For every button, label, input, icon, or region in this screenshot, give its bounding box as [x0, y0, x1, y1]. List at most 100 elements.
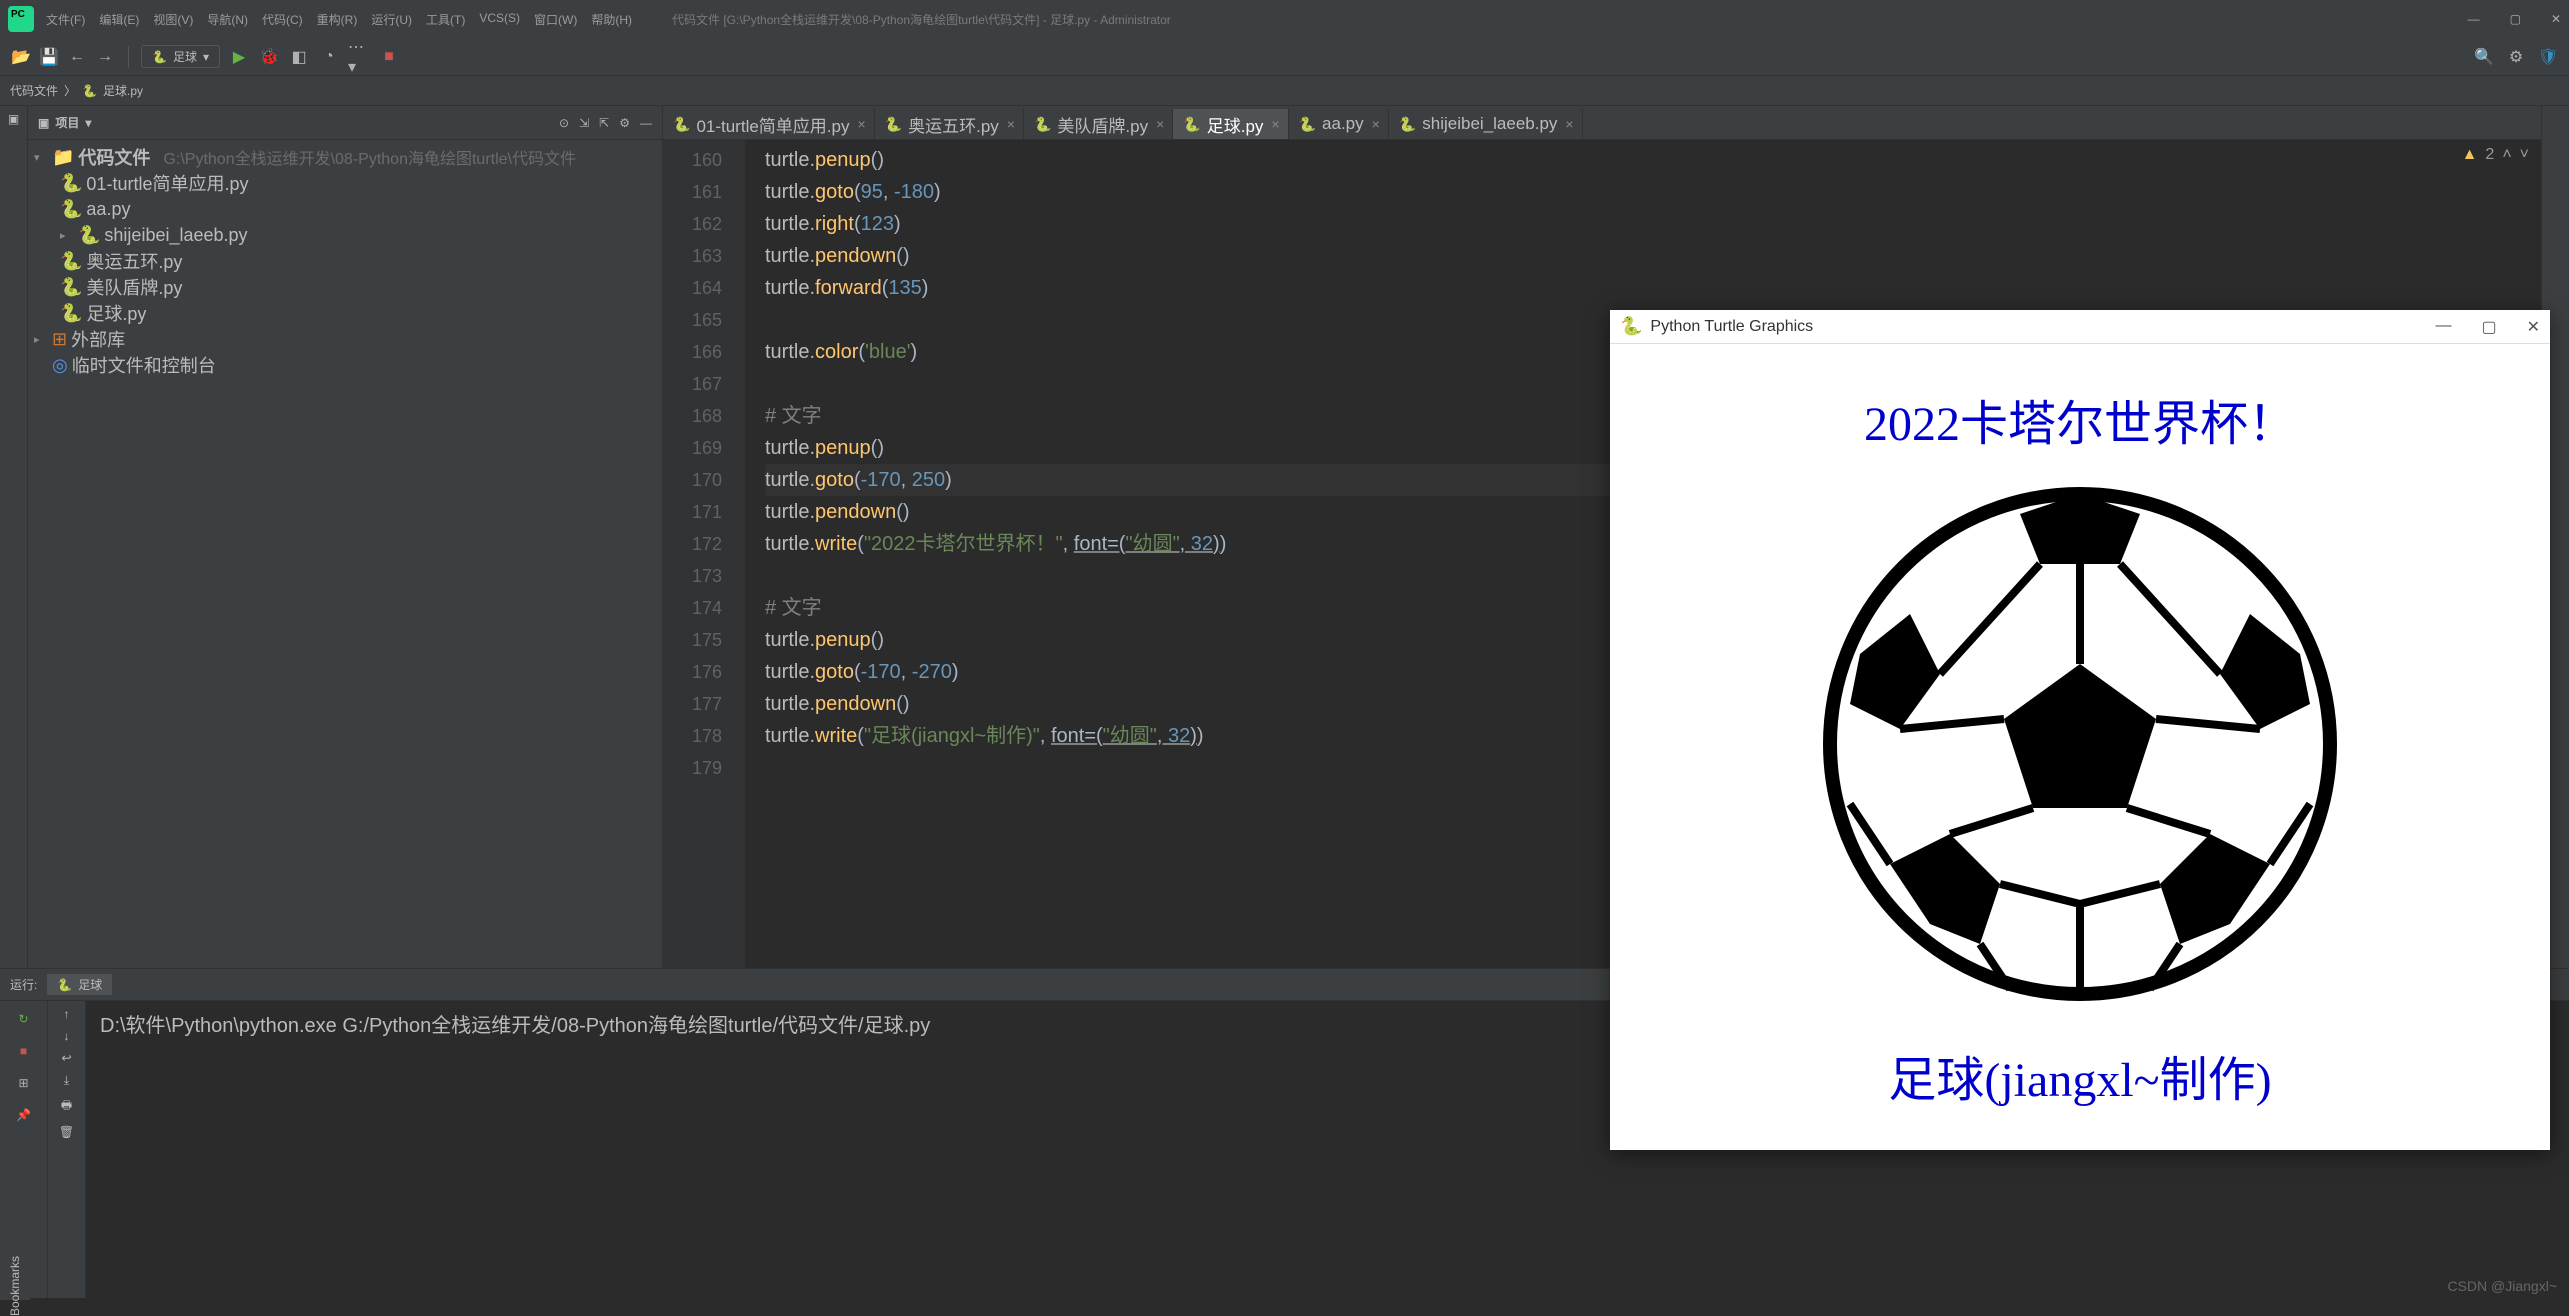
editor-tab[interactable]: 🐍 足球.py × — [1173, 109, 1288, 139]
rerun-icon[interactable]: ↻ — [12, 1007, 36, 1031]
breadcrumb-root[interactable]: 代码文件 — [10, 82, 58, 99]
print-icon[interactable]: 🖶 — [61, 1096, 72, 1117]
forward-icon[interactable]: → — [94, 46, 116, 68]
tree-file[interactable]: 🐍足球.py — [28, 300, 662, 326]
editor-tab[interactable]: 🐍 shijeibei_laeeb.py × — [1389, 109, 1583, 139]
breadcrumb-file[interactable]: 足球.py — [103, 82, 143, 99]
settings-icon[interactable]: ⚙ — [2505, 46, 2527, 68]
run-icon[interactable]: ▶ — [228, 46, 250, 68]
editor-tab[interactable]: 🐍 美队盾牌.py × — [1024, 109, 1173, 139]
open-icon[interactable]: 📂 — [10, 46, 32, 68]
tab-label: 01-turtle简单应用.py — [696, 112, 849, 137]
layout-icon[interactable]: ⊞ — [12, 1071, 36, 1095]
bookmarks-tab[interactable]: Bookmarks — [8, 1256, 22, 1316]
save-icon[interactable]: 💾 — [38, 46, 60, 68]
coverage-icon[interactable]: ◧ — [288, 46, 310, 68]
turtle-title: Python Turtle Graphics — [1650, 318, 1813, 336]
turtle-text-top: 2022卡塔尔世界杯！ — [1610, 384, 2550, 454]
warning-icon: ▲ — [2462, 146, 2478, 164]
footer-credit: CSDN @Jiangxl~ — [2447, 1278, 2557, 1294]
select-opened-icon[interactable]: ⊙ — [559, 116, 569, 130]
run-tab[interactable]: 🐍足球 — [47, 974, 112, 995]
python-file-icon: 🐍 — [673, 116, 690, 133]
chevron-up-icon[interactable]: ˄ — [2502, 146, 2511, 164]
turtle-canvas: 2022卡塔尔世界杯！ — [1610, 344, 2550, 1150]
menu-navigate[interactable]: 导航(N) — [207, 11, 248, 28]
menu-code[interactable]: 代码(C) — [262, 11, 303, 28]
tree-file[interactable]: ▸ 🐍shijeibei_laeeb.py — [28, 222, 662, 248]
app-logo — [8, 6, 34, 32]
tree-scratches[interactable]: ◎临时文件和控制台 — [28, 352, 662, 378]
turtle-close[interactable]: ✕ — [2527, 317, 2540, 337]
close-button[interactable]: ✕ — [2551, 12, 2561, 26]
shield-icon[interactable]: 🛡 — [2537, 46, 2559, 68]
tree-external-libs[interactable]: ▸⊞外部库 — [28, 326, 662, 352]
breadcrumb: 代码文件 〉 🐍 足球.py — [0, 76, 2569, 106]
project-tool-toggle[interactable]: ▣ — [8, 112, 19, 126]
close-tab-icon[interactable]: × — [1271, 116, 1279, 132]
scroll-end-icon[interactable]: ⤓ — [64, 1073, 69, 1088]
python-file-icon: 🐍 — [1299, 116, 1316, 133]
inspection-status[interactable]: ▲ 2 ˄ ˅ — [2462, 146, 2529, 164]
turtle-maximize[interactable]: ▢ — [2481, 317, 2496, 337]
up-icon[interactable]: ↑ — [64, 1007, 70, 1021]
tree-root[interactable]: ▾📁 代码文件 G:\Python全栈运维开发\08-Python海龟绘图tur… — [28, 144, 662, 170]
close-tab-icon[interactable]: × — [1007, 116, 1015, 132]
turtle-window[interactable]: 🐍 Python Turtle Graphics — ▢ ✕ 2022卡塔尔世界… — [1610, 310, 2550, 1150]
back-icon[interactable]: ← — [66, 46, 88, 68]
clear-icon[interactable]: 🗑 — [59, 1125, 74, 1139]
editor-tabs: 🐍 01-turtle简单应用.py × 🐍 奥运五环.py × 🐍 美队盾牌.… — [663, 106, 2541, 140]
editor-tab[interactable]: 🐍 01-turtle简单应用.py × — [663, 109, 875, 139]
left-gutter: ▣ — [0, 106, 28, 968]
menu-refactor[interactable]: 重构(R) — [317, 11, 358, 28]
stop-run-icon[interactable]: ■ — [12, 1039, 36, 1063]
menu-tools[interactable]: 工具(T) — [426, 11, 465, 28]
close-tab-icon[interactable]: × — [1372, 116, 1380, 132]
menu-run[interactable]: 运行(U) — [371, 11, 412, 28]
minimize-button[interactable]: — — [2468, 12, 2480, 26]
menu-edit[interactable]: 编辑(E) — [99, 11, 139, 28]
run-toolbar-primary: ↻ ■ ⊞ 📌 — [0, 1001, 48, 1298]
python-file-icon: 🐍 — [1034, 116, 1051, 133]
tree-file[interactable]: 🐍美队盾牌.py — [28, 274, 662, 300]
close-tab-icon[interactable]: × — [1156, 116, 1164, 132]
menu-help[interactable]: 帮助(H) — [591, 11, 632, 28]
menu-file[interactable]: 文件(F) — [46, 11, 85, 28]
sidebar-settings-icon[interactable]: ⚙ — [619, 116, 630, 130]
menu-view[interactable]: 视图(V) — [153, 11, 193, 28]
down-icon[interactable]: ↓ — [64, 1029, 70, 1043]
python-file-icon: 🐍 — [1183, 116, 1200, 133]
expand-all-icon[interactable]: ⇲ — [579, 116, 589, 130]
tree-file[interactable]: 🐍奥运五环.py — [28, 248, 662, 274]
tree-file[interactable]: 🐍aa.py — [28, 196, 662, 222]
debug-icon[interactable]: 🐞 — [258, 46, 280, 68]
turtle-text-bottom: 足球(jiangxl~制作) — [1610, 1040, 2550, 1110]
tree-file[interactable]: 🐍01-turtle简单应用.py — [28, 170, 662, 196]
editor-tab[interactable]: 🐍 aa.py × — [1289, 109, 1389, 139]
close-tab-icon[interactable]: × — [1565, 116, 1573, 132]
close-tab-icon[interactable]: × — [857, 116, 865, 132]
maximize-button[interactable]: ▢ — [2510, 12, 2521, 26]
tab-label: 奥运五环.py — [908, 112, 999, 137]
title-bar: 文件(F) 编辑(E) 视图(V) 导航(N) 代码(C) 重构(R) 运行(U… — [0, 0, 2569, 38]
chevron-down-icon[interactable]: ˅ — [2520, 146, 2529, 164]
search-icon[interactable]: 🔍 — [2473, 46, 2495, 68]
tab-label: 足球.py — [1207, 112, 1264, 137]
collapse-all-icon[interactable]: ⇱ — [599, 116, 609, 130]
pin-icon[interactable]: 📌 — [12, 1103, 36, 1127]
profile-icon[interactable]: ◔ — [318, 46, 340, 68]
stop-icon[interactable]: ■ — [378, 46, 400, 68]
hide-sidebar-icon[interactable]: — — [640, 116, 652, 130]
python-file-icon: 🐍 — [1399, 116, 1416, 133]
editor-tab[interactable]: 🐍 奥运五环.py × — [875, 109, 1024, 139]
tab-label: aa.py — [1322, 114, 1364, 134]
turtle-titlebar[interactable]: 🐍 Python Turtle Graphics — ▢ ✕ — [1610, 310, 2550, 344]
menu-window[interactable]: 窗口(W) — [534, 11, 577, 28]
menu-vcs[interactable]: VCS(S) — [479, 11, 520, 28]
main-menu: 文件(F) 编辑(E) 视图(V) 导航(N) 代码(C) 重构(R) 运行(U… — [46, 11, 632, 28]
soft-wrap-icon[interactable]: ↩ — [61, 1051, 71, 1065]
run-config-selector[interactable]: 🐍足球▾ — [141, 45, 220, 68]
more-run-icon[interactable]: ⋯▾ — [348, 46, 370, 68]
bottom-left-tabs: Bookmarks — [0, 1272, 30, 1300]
turtle-minimize[interactable]: — — [2435, 317, 2451, 337]
